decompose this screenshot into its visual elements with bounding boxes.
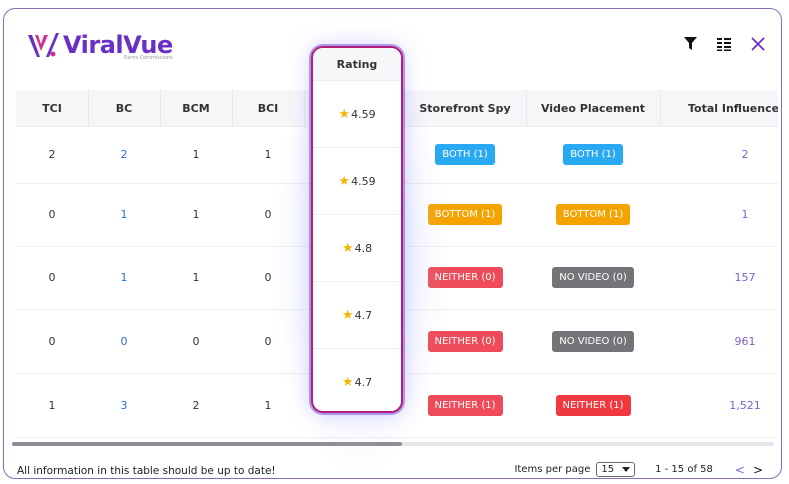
cell-bcm: 2: [192, 398, 200, 412]
storefront-badge[interactable]: BOTTOM (1): [427, 204, 503, 225]
cell-bcm: 1: [192, 271, 200, 284]
close-icon[interactable]: [749, 35, 767, 53]
storefront-badge[interactable]: NEITHER (0): [427, 330, 503, 352]
cell-total[interactable]: 157: [660, 246, 778, 309]
cell-total[interactable]: 1: [660, 183, 778, 246]
horizontal-scrollbar[interactable]: [12, 442, 774, 446]
rating-cell: ★ 4.7: [313, 349, 401, 411]
video-badge[interactable]: NEITHER (1): [555, 394, 631, 416]
star-icon: ★: [341, 307, 354, 323]
cell-tci: 0: [48, 334, 56, 348]
items-per-page-value: 15: [601, 464, 615, 475]
toolbar: [681, 35, 767, 53]
scrollbar-thumb[interactable]: [12, 442, 402, 446]
video-badge[interactable]: BOTTOM (1): [555, 204, 631, 225]
col-header-total[interactable]: Total Influencer V: [660, 90, 778, 126]
cell-total[interactable]: 1,521: [660, 373, 778, 437]
cell-bc[interactable]: 1: [88, 183, 160, 246]
rating-value: 4.59: [351, 107, 376, 121]
cell-bci: 0: [264, 271, 272, 284]
cell-bc[interactable]: 1: [88, 246, 160, 309]
col-header-storefront[interactable]: Storefront Spy: [404, 90, 527, 126]
cell-tci: 1: [48, 398, 56, 412]
rating-value: 4.7: [354, 375, 373, 389]
rating-cell: ★ 4.8: [313, 215, 401, 282]
rating-cell: ★ 4.59: [313, 81, 401, 148]
rating-value: 4.8: [354, 241, 373, 255]
cell-bci: 0: [264, 334, 272, 348]
cell-total[interactable]: 2: [660, 126, 778, 183]
filter-icon[interactable]: [681, 35, 699, 53]
rating-cell: ★ 4.59: [313, 148, 401, 215]
col-header-bci[interactable]: BCI: [232, 90, 305, 126]
cell-bcm: 1: [192, 208, 200, 221]
storefront-badge[interactable]: BOTH (1): [435, 144, 495, 165]
cell-tci: 0: [48, 271, 56, 284]
rating-value: 4.7: [354, 308, 373, 322]
columns-icon[interactable]: [715, 35, 733, 53]
cell-bc[interactable]: 0: [88, 309, 160, 373]
video-badge[interactable]: BOTH (1): [563, 144, 623, 165]
cell-bci: 1: [264, 398, 272, 412]
col-header-bcm[interactable]: BCM: [160, 90, 233, 126]
rating-cell: ★ 4.7: [313, 282, 401, 349]
col-header-rating[interactable]: Rating: [313, 48, 401, 81]
prev-page-button[interactable]: <: [735, 463, 745, 477]
rating-value: 4.59: [351, 174, 376, 188]
cell-total[interactable]: 961: [660, 309, 778, 373]
col-header-tci[interactable]: TCI: [16, 90, 89, 126]
cell-bci: 0: [264, 208, 272, 221]
brand-logo: ViralVue Earns Commissions: [26, 31, 173, 61]
star-icon: ★: [341, 374, 354, 390]
paginator: Items per page 15 1 - 15 of 58 < >: [514, 462, 763, 477]
cell-tci: 0: [48, 208, 56, 221]
page-range: 1 - 15 of 58: [655, 464, 713, 475]
col-header-bc[interactable]: BC: [88, 90, 161, 126]
video-badge[interactable]: NO VIDEO (0): [552, 330, 634, 352]
cell-bc[interactable]: 3: [88, 373, 160, 437]
cell-bc[interactable]: 2: [88, 126, 160, 183]
footer-note: All information in this table should be …: [17, 465, 276, 477]
viralvue-logo-mark: [28, 33, 59, 57]
cell-bci: 1: [264, 148, 272, 161]
items-per-page-label: Items per page: [514, 464, 591, 475]
storefront-badge[interactable]: NEITHER (0): [427, 267, 503, 288]
star-icon: ★: [341, 240, 354, 256]
video-badge[interactable]: NO VIDEO (0): [552, 267, 634, 288]
chevron-down-icon: [622, 467, 631, 472]
rating-column-highlight: Rating ★ 4.59 ★ 4.59 ★ 4.8 ★ 4.7 ★ 4.7: [311, 46, 403, 413]
col-header-video[interactable]: Video Placement: [526, 90, 661, 126]
storefront-badge[interactable]: NEITHER (1): [427, 394, 503, 416]
cell-bcm: 0: [192, 334, 200, 348]
next-page-button[interactable]: >: [753, 463, 763, 477]
star-icon: ★: [338, 173, 351, 189]
cell-bcm: 1: [192, 148, 200, 161]
items-per-page-select[interactable]: 15: [596, 462, 636, 477]
cell-tci: 2: [48, 148, 56, 161]
star-icon: ★: [338, 106, 351, 122]
